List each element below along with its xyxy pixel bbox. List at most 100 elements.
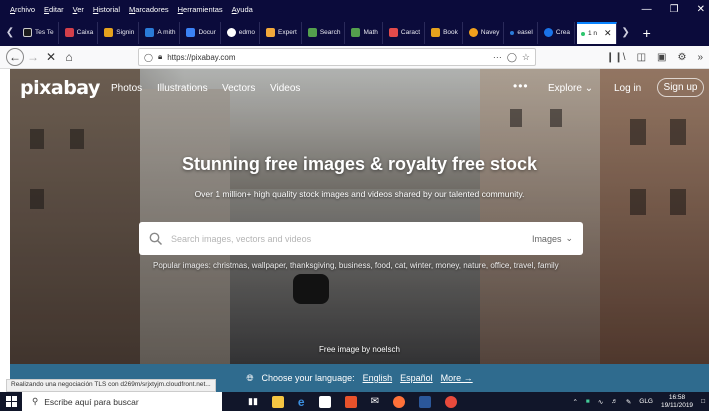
sidebar-icon[interactable]: ◫ [637,52,646,63]
shield-icon[interactable]: ◯ [144,53,153,62]
url-bar[interactable]: ◯ 🔒︎ https://pixabay.com ⋯ ◯ ☆ [138,48,536,66]
tab-favicon-icon [543,28,553,37]
new-tab-icon[interactable]: + [643,25,651,41]
menu-archivo[interactable]: Archivo [10,5,35,14]
search-bar: Images⌄ [139,222,583,255]
close-icon[interactable]: ✕ [697,0,705,19]
back-icon[interactable]: ← [6,48,24,66]
browser-tab[interactable]: Math [347,21,383,44]
forward-icon[interactable]: → [24,48,42,66]
mail-icon[interactable]: ✉ [371,396,379,407]
minimize-icon[interactable]: — [642,0,652,19]
input-language[interactable]: GLG [639,398,653,405]
tab-scroll-left-icon[interactable]: ❮ [3,27,17,38]
more-languages-link[interactable]: More → [441,373,473,383]
windows-start-icon[interactable] [0,392,22,411]
bookmark-star-icon[interactable]: ☆ [522,52,530,63]
volume-icon[interactable]: ♬ [611,398,618,405]
extension-icon[interactable]: ▣ [657,52,666,63]
tab-label: Expert [278,29,297,36]
tray-app-icon[interactable]: ■ [586,398,590,405]
nav-videos[interactable]: Videos [270,83,300,94]
firefox-icon[interactable] [392,395,405,408]
edge-icon[interactable]: e [298,395,305,409]
notifications-icon[interactable]: □ [701,398,705,405]
pocket-icon[interactable]: ◯ [507,52,517,63]
globe-icon: 🌐︎ [246,372,254,383]
overflow-icon[interactable]: » [697,52,703,63]
tab-label: Search [319,29,341,36]
browser-tab[interactable]: Tes Te [19,21,59,44]
tab-label: A mith [157,29,176,36]
menu-ver[interactable]: Ver [73,5,84,14]
popular-images[interactable]: Popular images: christmas, wallpaper, th… [153,261,583,270]
hero-section: pixabay Photos Illustrations Vectors Vid… [10,69,709,364]
menu-historial[interactable]: Historial [93,5,120,14]
page-actions-icon[interactable]: ⋯ [493,52,502,63]
search-input[interactable] [171,233,532,244]
signup-button[interactable]: Sign up [657,78,704,97]
language-espanol-link[interactable]: Español [400,373,433,383]
store-icon[interactable] [318,395,331,408]
menu-herramientas[interactable]: Herramientas [178,5,223,14]
menu-marcadores[interactable]: Marcadores [129,5,169,14]
language-prompt: Choose your language: [261,373,355,383]
browser-tab[interactable]: A mith [141,21,181,44]
language-english-link[interactable]: English [363,373,393,383]
tab-label: edmo [238,29,256,36]
home-icon[interactable]: ⌂ [60,48,78,66]
nav-illustrations[interactable]: Illustrations [157,83,208,94]
search-type-select[interactable]: Images ⌄ [532,233,573,244]
task-view-icon[interactable]: ▮▮ [248,396,258,407]
browser-tab[interactable]: Search [304,21,346,44]
search-icon[interactable] [149,232,163,246]
maximize-icon[interactable]: ❐ [670,0,679,19]
browser-tab[interactable]: Signin [100,21,140,44]
menu-bar: Archivo Editar Ver Historial Marcadores … [0,0,709,19]
hero-headline: Stunning free images & royalty free stoc… [181,154,538,174]
browser-tab-active[interactable]: 1 n ✕ [576,21,617,44]
tab-favicon-icon [468,28,478,37]
file-explorer-icon[interactable] [271,395,284,408]
stop-icon[interactable]: ✕ [42,48,60,66]
nav-vectors[interactable]: Vectors [222,83,255,94]
browser-tab[interactable]: Caixa [61,21,99,44]
url-text[interactable]: https://pixabay.com [167,53,488,62]
browser-tab[interactable]: Docur [182,21,221,44]
tab-label: easel [517,29,533,36]
tab-label: Docur [198,29,216,36]
explore-label: Explore [548,83,582,94]
browser-tab[interactable]: Crea [540,21,575,44]
navigation-bar: ← → ✕ ⌂ ◯ 🔒︎ https://pixabay.com ⋯ ◯ ☆ ❙… [0,46,709,69]
account-icon[interactable]: ⚙ [677,52,686,63]
menu-ayuda[interactable]: Ayuda [232,5,253,14]
clock[interactable]: 16:58 19/11/2019 [661,394,693,410]
explore-menu[interactable]: Explore ⌄ [548,83,593,94]
chrome-icon[interactable] [444,395,457,408]
image-credit[interactable]: Free image by noelsch [10,345,709,354]
browser-tab[interactable]: easel [506,21,538,44]
tab-favicon-icon [266,28,276,37]
pixabay-logo[interactable]: pixabay [20,77,100,99]
taskbar-search-box[interactable]: ⚲ Escribe aquí para buscar [22,392,222,411]
browser-tab[interactable]: Book [427,21,463,44]
login-link[interactable]: Log in [614,83,641,94]
pen-icon[interactable]: ✎ [626,398,631,406]
browser-tab[interactable]: edmo [223,21,261,44]
word-icon[interactable] [418,395,431,408]
chevron-up-icon[interactable]: ⌃ [572,398,577,406]
lock-icon[interactable]: 🔒︎ [158,52,162,62]
more-options-icon[interactable]: ••• [513,79,529,93]
menu-editar[interactable]: Editar [44,5,64,14]
network-icon[interactable]: ∿ [598,398,603,406]
tab-scroll-right-icon[interactable]: ❯ [619,27,633,38]
tab-favicon-icon [431,28,441,37]
office-icon[interactable] [344,395,357,408]
nav-photos[interactable]: Photos [111,83,142,94]
browser-tab[interactable]: Navey [465,21,505,44]
search-type-label: Images [531,233,562,244]
browser-tab[interactable]: Caract [385,21,426,44]
close-tab-icon[interactable]: ✕ [604,28,612,39]
browser-tab[interactable]: Expert [262,21,302,44]
library-icon[interactable]: ❙❙\ [606,52,626,63]
